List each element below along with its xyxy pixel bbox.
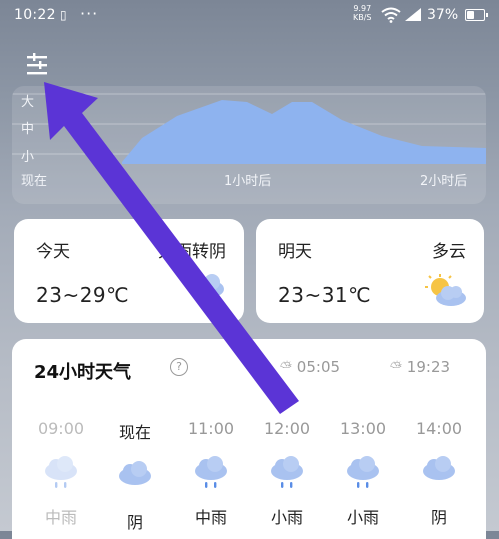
hour-item: 11:00 中雨 — [180, 419, 242, 528]
menu-icon[interactable] — [24, 52, 50, 78]
network-speed: 9.97 KB/S — [353, 4, 372, 22]
tomorrow-card[interactable]: 明天 多云 23~31℃ — [256, 219, 484, 323]
hour-condition: 中雨 — [44, 508, 77, 527]
rain-cloud-icon — [347, 456, 379, 488]
more-notifications-icon: ··· — [80, 4, 99, 23]
rain-cloud-icon — [192, 274, 224, 307]
today-label: 今天 — [36, 242, 70, 262]
hour-condition: 中雨 — [194, 508, 227, 527]
status-bar: 10:22 ▯ ··· 9.97 KB/S 37% — [0, 0, 499, 32]
tomorrow-label: 明天 — [278, 242, 312, 262]
hour-condition: 小雨 — [270, 508, 303, 527]
today-card[interactable]: 今天 大雨转阴 23~29℃ — [14, 219, 244, 323]
rain-cloud-icon — [45, 456, 77, 488]
wifi-icon — [381, 7, 401, 23]
hour-item: 09:00 中雨 — [30, 419, 92, 528]
hour-time: 现在 — [118, 423, 151, 442]
sunrise: ⛅︎ 05:05 — [280, 358, 341, 376]
hour-time: 13:00 — [339, 419, 387, 438]
help-icon[interactable]: ? — [170, 358, 188, 376]
sunrise-icon: ⛅︎ — [280, 358, 293, 376]
battery-fill — [467, 11, 474, 19]
level-medium: 中 — [21, 122, 35, 137]
vibrate-icon: ▯ — [60, 8, 67, 22]
rain-cloud-icon — [271, 456, 303, 488]
sun-cloud-icon — [425, 274, 466, 306]
tick-now: 现在 — [21, 174, 48, 189]
sunset: ⛅︎ 19:23 — [390, 358, 451, 376]
tomorrow-temp: 23~31℃ — [278, 283, 372, 307]
hour-condition: 阴 — [430, 508, 447, 527]
level-light: 小 — [21, 150, 35, 165]
rain-cloud-icon — [195, 456, 227, 488]
hour-condition: 阴 — [126, 513, 143, 532]
hour-item: 12:00 小雨 — [256, 419, 318, 528]
tick-1h: 1小时后 — [224, 174, 272, 189]
hour-item: 14:00 阴 — [408, 419, 470, 528]
cloud-icon — [119, 461, 151, 485]
hour-item: 现在阴 — [104, 419, 166, 533]
hour-item: 13:00 小雨 — [332, 419, 394, 528]
hour-time: 11:00 — [187, 419, 235, 438]
cloud-icon — [423, 456, 455, 480]
clock: 10:22 — [14, 7, 56, 23]
today-temp: 23~29℃ — [36, 283, 130, 307]
hourly-title: 24小时天气 — [34, 362, 132, 383]
sunset-icon: ⛅︎ — [390, 358, 403, 376]
hour-time: 09:00 — [37, 419, 85, 438]
battery-percent: 37% — [427, 7, 459, 23]
tomorrow-condition: 多云 — [432, 242, 466, 262]
hour-time: 14:00 — [415, 419, 463, 438]
today-condition: 大雨转阴 — [158, 242, 226, 262]
tick-2h: 2小时后 — [420, 174, 468, 189]
battery-icon — [465, 9, 488, 21]
hourly-forecast: 24小时天气 ? ⛅︎ 05:05 ⛅︎ 19:23 09:00 中雨 现在阴 11:… — [12, 339, 486, 539]
signal-icon — [405, 8, 421, 21]
level-heavy: 大 — [21, 95, 35, 110]
hour-time: 12:00 — [263, 419, 311, 438]
precipitation-chart: 大 中 小 现在 1小时后 2小时后 — [12, 86, 486, 204]
hour-condition: 小雨 — [346, 508, 379, 527]
